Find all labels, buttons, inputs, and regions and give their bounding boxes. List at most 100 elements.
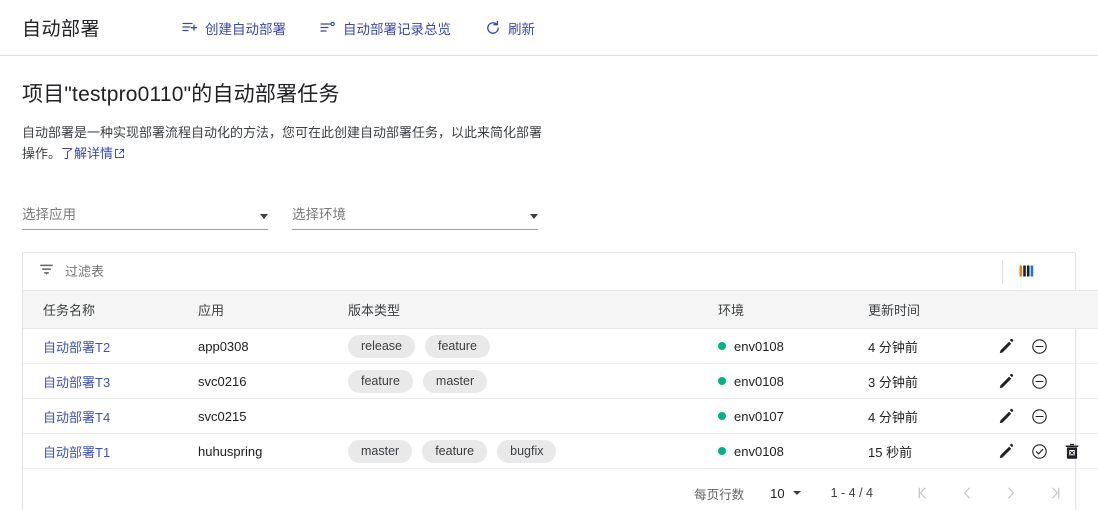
version-type-chip[interactable]: feature (422, 439, 488, 463)
actions-cell (998, 399, 1098, 434)
table-row: 自动部署T1 huhuspring master feature bugfix en… (23, 434, 1098, 469)
edit-icon[interactable] (998, 408, 1015, 425)
top-bar: 自动部署 创建自动部署 自动部署记录总览 刷新 (0, 0, 1098, 56)
version-type-cell: master feature bugfix (348, 434, 718, 469)
version-type-chip[interactable]: master (348, 439, 413, 463)
status-dot (718, 377, 726, 385)
auto-deploy-table: 任务名称 应用 版本类型 环境 更新时间 自动部署T2 app0308 rele… (23, 290, 1098, 469)
next-page-icon[interactable] (997, 479, 1025, 507)
table-body: 自动部署T2 app0308 release feature env0108 4 … (23, 329, 1098, 469)
column-header-actions (998, 291, 1098, 329)
list-plus-icon (182, 20, 198, 36)
external-link-icon (114, 144, 125, 165)
status-dot (718, 342, 726, 350)
status-dot (718, 447, 726, 455)
updated-cell: 4 分钟前 (868, 409, 918, 425)
pagination-range: 1 - 4 / 4 (830, 486, 873, 500)
env-label: env0108 (734, 338, 784, 354)
rows-per-page-value: 10 (770, 485, 785, 501)
task-name-cell: 自动部署T2 (23, 329, 198, 364)
edit-icon[interactable] (998, 443, 1015, 460)
version-type-chip[interactable]: feature (348, 369, 413, 393)
last-page-icon[interactable] (1041, 479, 1069, 507)
app-title: 自动部署 (22, 19, 101, 40)
actions-cell (998, 434, 1098, 469)
disable-icon[interactable] (1031, 338, 1048, 355)
table-head: 任务名称 应用 版本类型 环境 更新时间 (23, 290, 1098, 329)
columns-icon[interactable] (1003, 264, 1053, 279)
auto-deploy-records-button[interactable]: 自动部署记录总览 (320, 18, 451, 38)
first-page-icon[interactable] (909, 479, 937, 507)
task-name-cell: 自动部署T1 (23, 434, 198, 469)
version-type-cell: feature master (348, 364, 718, 399)
version-type-chip[interactable]: feature (425, 334, 490, 358)
table-filter-right (1002, 259, 1075, 284)
column-header-version[interactable]: 版本类型 (348, 291, 718, 329)
version-type-cell: release feature (348, 329, 718, 364)
version-type-chip[interactable]: release (348, 334, 415, 358)
chevron-down-icon (792, 491, 801, 495)
pagination-nav (909, 479, 1069, 507)
env-label: env0108 (734, 443, 784, 459)
chevron-down-icon (260, 214, 268, 219)
page-content: 项目"testpro0110"的自动部署任务 自动部署是一种实现部署流程自动化的… (0, 78, 1098, 510)
task-name-cell: 自动部署T4 (23, 399, 198, 434)
disable-icon[interactable] (1031, 373, 1048, 390)
table-card: 任务名称 应用 版本类型 环境 更新时间 自动部署T2 app0308 rele… (22, 252, 1098, 510)
env-cell: env0107 (718, 399, 868, 434)
list-overview-icon (320, 20, 336, 36)
task-name-link[interactable]: 自动部署T2 (43, 340, 110, 355)
pagination: 每页行数 10 1 - 4 / 4 (23, 469, 1075, 510)
filter-icon[interactable] (39, 262, 54, 282)
env-select-label: 选择环境 (292, 207, 346, 222)
chevron-down-icon (530, 214, 538, 219)
app-select[interactable]: 选择应用 (22, 203, 268, 230)
learn-more-label: 了解详情 (61, 146, 114, 161)
version-type-chip[interactable]: master (422, 369, 488, 393)
rows-per-page-label: 每页行数 (694, 487, 745, 502)
env-cell: env0108 (718, 329, 868, 364)
learn-more-link[interactable]: 了解详情 (61, 146, 125, 161)
app-cell: huhuspring (198, 443, 263, 459)
create-auto-deploy-button[interactable]: 创建自动部署 (182, 18, 286, 38)
edit-icon[interactable] (998, 373, 1015, 390)
app-cell: svc0215 (198, 408, 247, 424)
rows-per-page-select[interactable]: 10 (770, 485, 801, 501)
delete-icon[interactable] (1064, 443, 1080, 460)
table-row: 自动部署T3 svc0216 feature master env0108 3 分… (23, 364, 1098, 399)
task-name-cell: 自动部署T3 (23, 364, 198, 399)
column-header-updated[interactable]: 更新时间 (868, 291, 998, 329)
refresh-button[interactable]: 刷新 (485, 18, 535, 38)
edit-icon[interactable] (998, 338, 1015, 355)
app-select-label: 选择应用 (22, 207, 76, 222)
app-cell: app0308 (198, 338, 249, 354)
env-label: env0107 (734, 408, 784, 424)
refresh-icon (485, 20, 501, 36)
prev-page-icon[interactable] (953, 479, 981, 507)
updated-cell: 15 秒前 (868, 444, 913, 460)
top-toolbar: 创建自动部署 自动部署记录总览 刷新 (182, 18, 535, 38)
task-name-link[interactable]: 自动部署T1 (43, 445, 110, 460)
updated-cell: 4 分钟前 (868, 339, 918, 355)
refresh-label: 刷新 (508, 21, 536, 37)
column-header-app[interactable]: 应用 (198, 291, 348, 329)
column-header-name[interactable]: 任务名称 (23, 291, 198, 329)
actions-cell (998, 364, 1098, 399)
version-type-chip[interactable]: bugfix (497, 439, 557, 463)
filter-input[interactable] (65, 264, 305, 279)
disable-icon[interactable] (1031, 408, 1048, 425)
status-dot (718, 412, 726, 420)
env-label: env0108 (734, 373, 784, 389)
enable-icon[interactable] (1031, 443, 1048, 460)
table-row: 自动部署T2 app0308 release feature env0108 4 … (23, 329, 1098, 364)
task-name-link[interactable]: 自动部署T4 (43, 410, 110, 425)
table-filter-left (39, 262, 994, 282)
version-type-cell (348, 399, 718, 434)
task-name-link[interactable]: 自动部署T3 (43, 375, 110, 390)
env-cell: env0108 (718, 434, 868, 469)
table-filter-bar (23, 253, 1075, 290)
env-select[interactable]: 选择环境 (292, 203, 538, 230)
table-header-row: 任务名称 应用 版本类型 环境 更新时间 (23, 290, 1098, 329)
page-description: 自动部署是一种实现部署流程自动化的方法，您可在此创建自动部署任务，以此来简化部署… (22, 122, 542, 165)
column-header-env[interactable]: 环境 (718, 291, 868, 329)
